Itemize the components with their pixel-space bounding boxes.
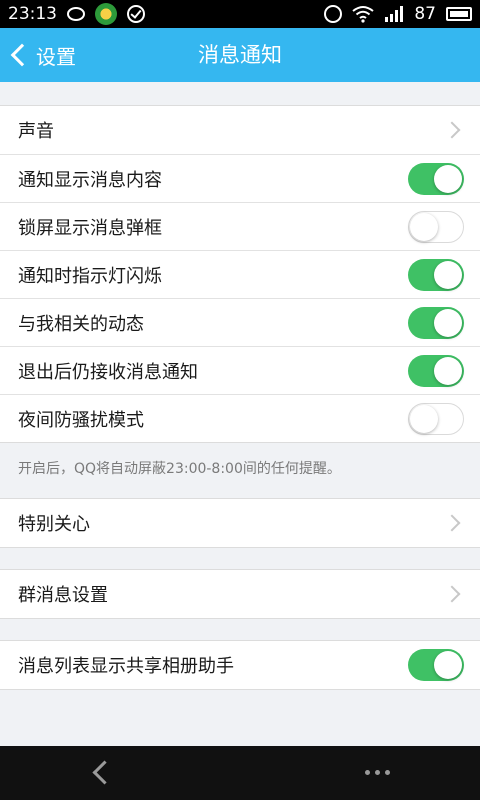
show-content-row: 通知显示消息内容	[0, 154, 480, 202]
alarm-icon	[324, 5, 343, 23]
signal-icon	[385, 6, 404, 22]
lockscreen-popup-toggle[interactable]	[408, 210, 464, 243]
chevron-right-icon	[443, 514, 461, 532]
receive-after-exit-row: 退出后仍接收消息通知	[0, 346, 480, 394]
chevron-left-icon	[10, 43, 34, 67]
night-mode-toggle[interactable]	[408, 402, 464, 435]
row-label: 通知显示消息内容	[18, 169, 162, 191]
indicator-light-row: 通知时指示灯闪烁	[0, 250, 480, 298]
sound-row[interactable]: 声音	[0, 106, 480, 154]
album-helper-row: 消息列表显示共享相册助手	[0, 641, 480, 689]
row-label: 通知时指示灯闪烁	[18, 265, 162, 287]
lockscreen-popup-row: 锁屏显示消息弹框	[0, 202, 480, 250]
night-mode-hint: 开启后，QQ将自动屏蔽23:00-8:00间的任何提醒。	[18, 461, 341, 477]
row-label: 特别关心	[18, 514, 90, 535]
row-label: 群消息设置	[18, 585, 108, 606]
receive-after-exit-toggle[interactable]	[408, 354, 464, 387]
row-label: 消息列表显示共享相册助手	[18, 656, 234, 677]
row-label: 声音	[18, 121, 54, 142]
group-message-group: 群消息设置	[0, 569, 480, 619]
related-activity-toggle[interactable]	[408, 306, 464, 339]
night-mode-row: 夜间防骚扰模式	[0, 394, 480, 442]
more-menu-icon[interactable]	[365, 770, 390, 775]
status-bar: 23:13 87	[0, 0, 480, 28]
special-care-row[interactable]: 特别关心	[0, 499, 480, 547]
check-icon	[127, 5, 145, 23]
title-bar: 消息通知 设置	[0, 28, 480, 82]
indicator-light-toggle[interactable]	[408, 258, 464, 291]
album-helper-toggle[interactable]	[408, 649, 464, 681]
row-label: 锁屏显示消息弹框	[18, 217, 162, 239]
battery-icon	[446, 7, 472, 21]
chevron-right-icon	[443, 121, 461, 139]
back-label: 设置	[36, 44, 76, 69]
notification-settings-group: 声音 通知显示消息内容 锁屏显示消息弹框 通知时指示灯闪烁 与我相关的动态 退出…	[0, 105, 480, 443]
row-label: 退出后仍接收消息通知	[18, 361, 198, 383]
nav-back-icon[interactable]	[92, 760, 117, 785]
wifi-icon	[352, 6, 374, 23]
battery-percent: 87	[414, 4, 436, 24]
chat-icon	[67, 7, 85, 21]
chevron-right-icon	[443, 585, 461, 603]
row-label: 与我相关的动态	[18, 313, 144, 335]
app-icon	[95, 3, 117, 25]
related-activity-row: 与我相关的动态	[0, 298, 480, 346]
row-label: 夜间防骚扰模式	[18, 409, 144, 431]
special-care-group: 特别关心	[0, 498, 480, 548]
navigation-bar	[0, 746, 480, 800]
album-helper-group: 消息列表显示共享相册助手	[0, 640, 480, 690]
show-content-toggle[interactable]	[408, 162, 464, 195]
back-button[interactable]: 设置	[8, 28, 76, 82]
group-message-row[interactable]: 群消息设置	[0, 570, 480, 618]
status-time: 23:13	[8, 4, 57, 24]
